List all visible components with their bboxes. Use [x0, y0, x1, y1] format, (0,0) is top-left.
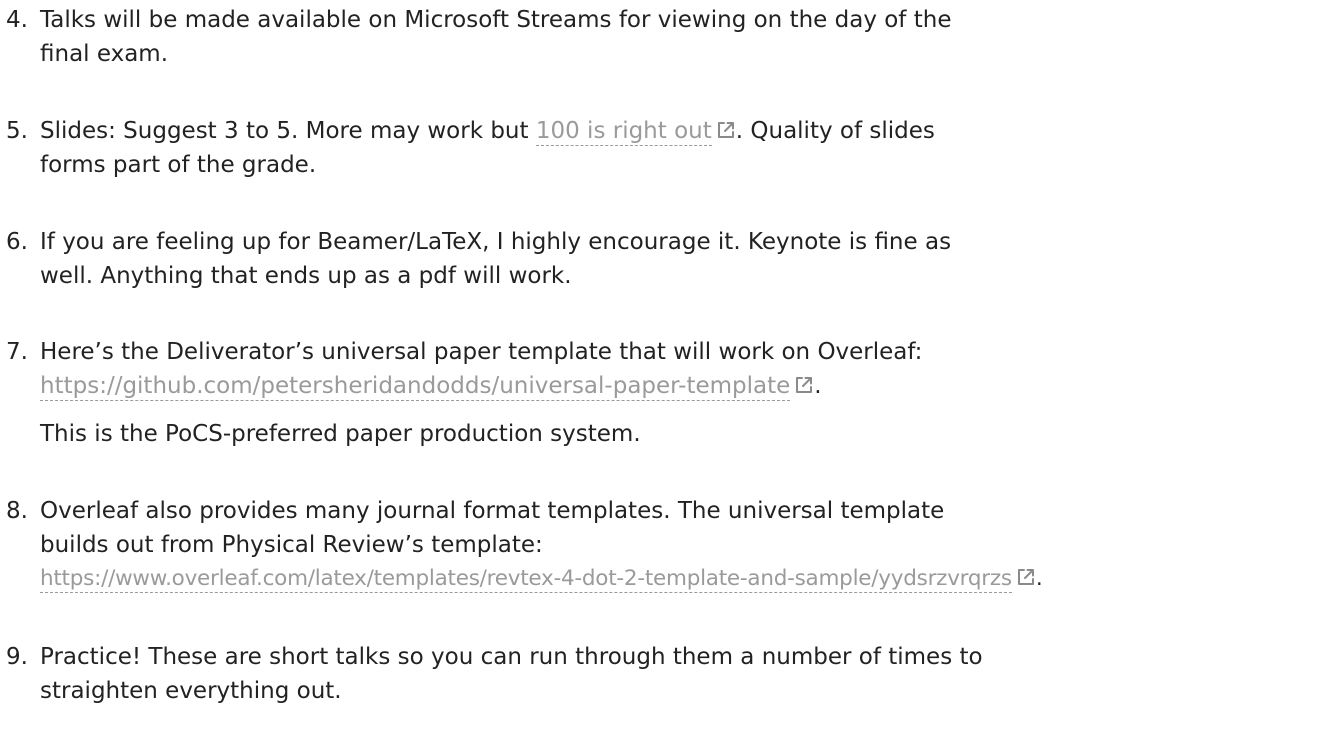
item-text: Here’s the Deliverator’s universal paper…: [40, 335, 1320, 451]
text-line: https://www.overleaf.com/latex/templates…: [40, 562, 1320, 596]
item-text: Talks will be made available on Microsof…: [40, 3, 1320, 71]
text-line: Slides: Suggest 3 to 5. More may work bu…: [40, 114, 1320, 148]
text-fragment: .: [1035, 566, 1043, 591]
text-line: If you are feeling up for Beamer/LaTeX, …: [40, 229, 952, 255]
item-number: 6.: [6, 229, 28, 255]
external-link-icon[interactable]: [716, 120, 736, 140]
document-page: 4. Talks will be made available on Micro…: [0, 0, 1322, 737]
text-fragment: Slides: Suggest 3 to 5. More may work bu…: [40, 118, 536, 144]
item-text: Slides: Suggest 3 to 5. More may work bu…: [40, 114, 1320, 182]
link-universal-paper-template[interactable]: https://github.com/petersheridandodds/un…: [40, 373, 791, 401]
text-line: This is the PoCS-preferred paper product…: [40, 421, 641, 447]
text-line: Overleaf also provides many journal form…: [40, 498, 945, 524]
text-line: forms part of the grade.: [40, 152, 317, 178]
item-text: Practice! These are short talks so you c…: [40, 640, 1320, 708]
text-line: Practice! These are short talks so you c…: [40, 644, 983, 670]
text-line: builds out from Physical Review’s templa…: [40, 532, 543, 558]
external-link-icon[interactable]: [794, 375, 814, 395]
text-line: straighten everything out.: [40, 678, 342, 704]
item-number: 7.: [6, 339, 28, 365]
item-text: If you are feeling up for Beamer/LaTeX, …: [40, 225, 1320, 293]
link-100-is-right-out[interactable]: 100 is right out: [535, 118, 712, 146]
text-line: https://github.com/petersheridandodds/un…: [40, 369, 1320, 403]
text-line: Talks will be made available on Microsof…: [40, 7, 952, 33]
external-link-icon[interactable]: [1016, 567, 1036, 587]
item-number: 5.: [6, 118, 28, 144]
text-fragment: .: [814, 373, 822, 399]
text-line: well. Anything that ends up as a pdf wil…: [40, 263, 572, 289]
text-line: final exam.: [40, 41, 169, 67]
item-number: 9.: [6, 644, 28, 670]
item-number: 8.: [6, 498, 28, 524]
text-fragment: . Quality of slides: [735, 118, 935, 144]
item-number: 4.: [6, 7, 28, 33]
link-revtex-template[interactable]: https://www.overleaf.com/latex/templates…: [40, 566, 1012, 593]
text-line: Here’s the Deliverator’s universal paper…: [40, 339, 923, 365]
item-text: Overleaf also provides many journal form…: [40, 494, 1320, 596]
